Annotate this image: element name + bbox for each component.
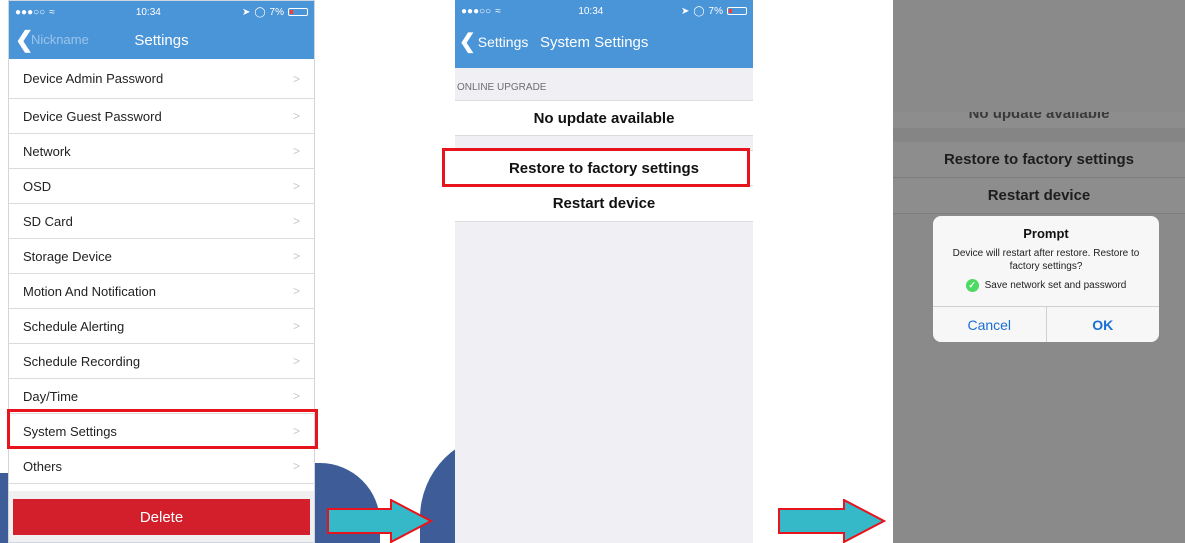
settings-screen: ●●●○○ ≈ 10:34 ➤ ◯ 7% ❮ Nickname Settings… xyxy=(8,0,315,543)
signal-icon: ●●●○○ xyxy=(461,5,492,17)
battery-icon xyxy=(727,7,747,15)
alarm-icon: ◯ xyxy=(254,6,266,18)
wifi-icon: ≈ xyxy=(495,5,501,17)
status-time: 10:34 xyxy=(578,5,604,17)
settings-item-others[interactable]: Others > xyxy=(9,449,314,484)
alarm-icon: ◯ xyxy=(693,5,705,17)
status-time: 10:34 xyxy=(135,6,161,18)
location-icon: ➤ xyxy=(680,5,690,17)
settings-item-network[interactable]: Network > xyxy=(9,134,314,169)
arrow-right-icon xyxy=(778,499,886,543)
chevron-right-icon: > xyxy=(292,284,300,298)
prompt-dialog: Prompt Device will restart after restore… xyxy=(933,216,1159,342)
dialog-buttons: Cancel OK xyxy=(933,306,1159,342)
chevron-right-icon: > xyxy=(292,214,300,228)
settings-item-sd-card[interactable]: SD Card > xyxy=(9,204,314,239)
tutorial-canvas: ●●●○○ ≈ 10:34 ➤ ◯ 7% ❮ Nickname Settings… xyxy=(0,0,1185,543)
chevron-right-icon: > xyxy=(292,249,300,263)
wifi-icon: ≈ xyxy=(49,6,55,18)
settings-item-device-guest-password[interactable]: Device Guest Password > xyxy=(9,99,314,134)
arrow-right-icon xyxy=(327,499,433,543)
settings-item-schedule-alerting[interactable]: Schedule Alerting > xyxy=(9,309,314,344)
header: ●●●○○ ≈ 10:34 ➤ ◯ 7% ❮ Nickname Settings xyxy=(9,1,314,59)
dialog-message: Device will restart after restore. Resto… xyxy=(952,248,1140,272)
page-title: Settings xyxy=(134,32,189,49)
save-network-label: Save network set and password xyxy=(984,280,1127,291)
chevron-right-icon: > xyxy=(292,319,300,333)
settings-item-motion-and-notification[interactable]: Motion And Notification > xyxy=(9,274,314,309)
settings-item-device-admin-password[interactable]: Device Admin Password > xyxy=(9,59,314,99)
chevron-right-icon: > xyxy=(292,179,300,193)
location-icon: ➤ xyxy=(241,6,251,18)
update-status-cell[interactable]: No update available xyxy=(455,100,753,136)
highlight-restore-factory-settings xyxy=(442,148,750,187)
battery-icon xyxy=(288,8,308,16)
checkmark-icon: ✓ xyxy=(965,279,979,292)
page-title: System Settings xyxy=(540,34,649,51)
update-status-cell: No update available xyxy=(893,112,1185,128)
chevron-right-icon: > xyxy=(292,354,300,368)
navigation-bar: ❮ Settings System Settings xyxy=(455,22,753,68)
chevron-right-icon: > xyxy=(292,71,300,86)
highlight-system-settings xyxy=(7,409,318,449)
battery-percent: 7% xyxy=(269,6,284,18)
system-settings-screen: ●●●○○ ≈ 10:34 ➤ ◯ 7% ❮ Settings System S… xyxy=(455,0,753,543)
chevron-right-icon: > xyxy=(292,459,300,473)
dialog-title: Prompt xyxy=(1023,226,1069,241)
restore-factory-settings-button: Restore to factory settings xyxy=(893,142,1185,178)
restore-confirm-screen: No update available Restore to factory s… xyxy=(893,0,1185,543)
restart-device-button: Restart device xyxy=(893,178,1185,214)
chevron-right-icon: > xyxy=(292,389,300,403)
back-label: Settings xyxy=(477,34,529,50)
cancel-button[interactable]: Cancel xyxy=(933,307,1046,342)
signal-icon: ●●●○○ xyxy=(15,6,46,18)
delete-area: Delete xyxy=(9,491,314,542)
status-bar: ●●●○○ ≈ 10:34 ➤ ◯ 7% xyxy=(455,0,753,22)
settings-item-osd[interactable]: OSD > xyxy=(9,169,314,204)
ok-button[interactable]: OK xyxy=(1045,307,1160,342)
back-button[interactable]: ❮ Settings xyxy=(459,32,528,52)
back-chevron-icon: ❮ xyxy=(459,31,476,53)
save-network-checkbox[interactable]: ✓ Save network set and password xyxy=(933,279,1159,292)
chevron-right-icon: > xyxy=(292,109,300,123)
navigation-bar: ❮ Nickname Settings xyxy=(9,23,314,59)
delete-button[interactable]: Delete xyxy=(13,499,310,535)
battery-percent: 7% xyxy=(708,5,723,17)
chevron-right-icon: > xyxy=(292,144,300,158)
header: ●●●○○ ≈ 10:34 ➤ ◯ 7% ❮ Settings System S… xyxy=(455,0,753,68)
settings-item-storage-device[interactable]: Storage Device > xyxy=(9,239,314,274)
restart-device-button[interactable]: Restart device xyxy=(455,186,753,222)
status-bar: ●●●○○ ≈ 10:34 ➤ ◯ 7% xyxy=(9,1,314,23)
section-header-online-upgrade: ONLINE UPGRADE xyxy=(457,82,547,93)
settings-item-schedule-recording[interactable]: Schedule Recording > xyxy=(9,344,314,379)
